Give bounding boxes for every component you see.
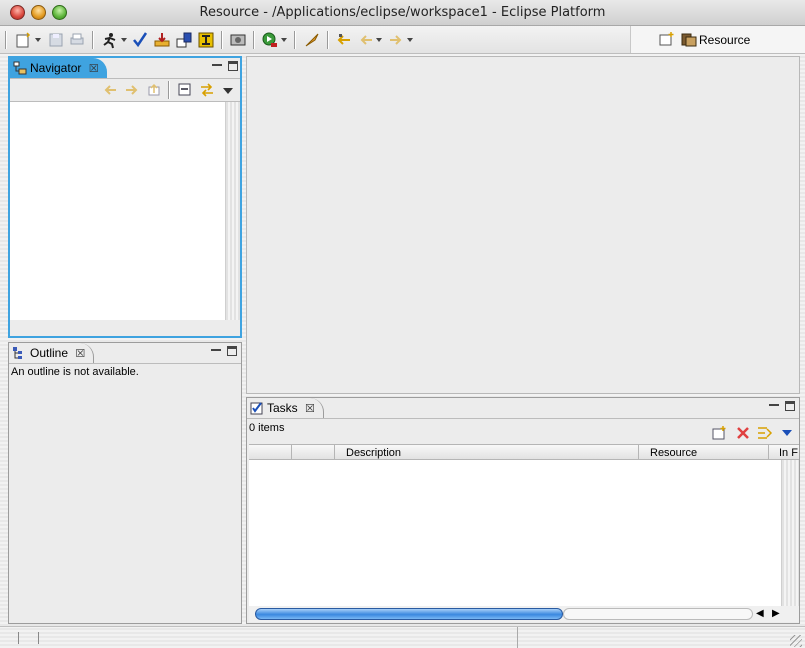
navigator-toolbar	[10, 78, 240, 102]
open-type-icon[interactable]	[196, 30, 216, 50]
status-separator	[517, 627, 518, 648]
column-header-priority[interactable]	[292, 445, 335, 461]
up-icon[interactable]	[146, 83, 162, 100]
build-icon[interactable]	[228, 30, 248, 50]
outline-icon	[12, 346, 26, 360]
scroll-right-icon[interactable]: ▶	[772, 608, 780, 619]
outline-message: An outline is not available.	[11, 366, 139, 378]
print-icon[interactable]	[67, 30, 87, 50]
status-bar	[0, 626, 805, 648]
maximize-view-button[interactable]	[227, 346, 237, 356]
external-tools-icon[interactable]	[302, 30, 322, 50]
tasks-view: Tasks ☒ 0 items Description Resource In …	[246, 397, 800, 624]
column-header-resource[interactable]: Resource	[639, 445, 769, 461]
save-icon[interactable]	[46, 30, 66, 50]
maximize-view-button[interactable]	[228, 61, 238, 71]
navigator-view: Navigator ☒	[8, 56, 242, 338]
toolbar-separator	[253, 31, 255, 49]
navigator-icon	[13, 61, 27, 75]
tab-label: Tasks	[267, 401, 298, 415]
chevron-down-icon[interactable]	[121, 38, 127, 42]
view-menu-icon[interactable]	[782, 430, 792, 436]
chevron-down-icon[interactable]	[407, 38, 413, 42]
delete-icon[interactable]	[735, 425, 751, 444]
navigator-tree[interactable]	[10, 102, 225, 320]
close-icon[interactable]: ☒	[305, 402, 315, 415]
column-header-completed[interactable]	[249, 445, 292, 461]
toolbar-separator	[294, 31, 296, 49]
collapse-all-icon[interactable]	[177, 83, 193, 100]
new-task-icon[interactable]	[711, 425, 727, 444]
minimize-view-button[interactable]	[769, 401, 779, 406]
chevron-down-icon[interactable]	[35, 38, 41, 42]
outline-view: Outline ☒ An outline is not available.	[8, 342, 242, 624]
tasks-table-body[interactable]	[249, 460, 781, 606]
minimize-view-button[interactable]	[211, 346, 221, 351]
open-perspective-icon[interactable]	[659, 31, 675, 47]
resource-perspective-icon[interactable]	[681, 31, 697, 47]
close-icon[interactable]: ☒	[75, 347, 85, 360]
column-header-in-folder[interactable]: In F	[769, 445, 799, 461]
toolbar-separator	[5, 31, 7, 49]
import-icon[interactable]	[174, 30, 194, 50]
last-edit-location-icon[interactable]	[334, 30, 354, 50]
perspective-bar: Resource	[630, 26, 805, 53]
outline-content: An outline is not available.	[9, 363, 241, 623]
tab-label: Navigator	[30, 61, 82, 75]
forward-icon[interactable]	[386, 30, 406, 50]
new-wizard-icon[interactable]	[14, 30, 34, 50]
tasks-tabbar: Tasks ☒	[247, 398, 799, 418]
link-editor-icon[interactable]	[199, 83, 215, 100]
run-icon[interactable]	[260, 30, 280, 50]
filter-icon[interactable]	[757, 425, 773, 444]
view-menu-icon[interactable]	[223, 88, 233, 94]
editor-area[interactable]	[246, 56, 800, 394]
title-bar: Resource - /Applications/eclipse/workspa…	[0, 0, 805, 26]
scrollbar-thumb[interactable]	[255, 608, 563, 620]
check-icon[interactable]	[130, 30, 150, 50]
navigator-vertical-scrollbar[interactable]	[225, 102, 240, 320]
scroll-left-icon[interactable]: ◀	[756, 608, 764, 619]
tasks-icon	[250, 401, 264, 415]
toolbar-separator	[92, 31, 94, 49]
close-icon[interactable]: ☒	[89, 62, 99, 75]
navigator-footer	[10, 320, 240, 336]
toolbar-separator	[327, 31, 329, 49]
scrollbar-track[interactable]	[563, 608, 753, 620]
maximize-view-button[interactable]	[785, 401, 795, 411]
main-toolbar: Resource	[0, 26, 805, 54]
tab-navigator[interactable]: Navigator ☒	[10, 58, 107, 78]
window-title: Resource - /Applications/eclipse/workspa…	[199, 5, 606, 20]
tasks-table-header: Description Resource In F	[249, 444, 799, 461]
toolbar-separator	[168, 81, 170, 99]
minimize-view-button[interactable]	[212, 61, 222, 66]
export-icon[interactable]	[152, 30, 172, 50]
forward-icon[interactable]	[124, 83, 140, 100]
tasks-count: 0 items	[249, 422, 285, 434]
chevron-down-icon[interactable]	[376, 38, 382, 42]
navigator-tabbar: Navigator ☒	[10, 58, 240, 78]
run-last-tool-icon[interactable]	[100, 30, 120, 50]
resize-grip[interactable]	[790, 635, 802, 647]
back-icon[interactable]	[356, 30, 376, 50]
tasks-header: 0 items	[247, 418, 799, 444]
tab-tasks[interactable]: Tasks ☒	[247, 398, 324, 418]
outline-tabbar: Outline ☒	[9, 343, 241, 363]
status-separator	[38, 632, 39, 644]
column-header-description[interactable]: Description	[335, 445, 639, 461]
tab-outline[interactable]: Outline ☒	[9, 343, 95, 363]
perspective-label[interactable]: Resource	[699, 33, 750, 47]
status-separator	[18, 632, 19, 644]
tab-label: Outline	[30, 346, 69, 360]
tasks-horizontal-scrollbar[interactable]: ◀ ▶	[249, 606, 799, 622]
toolbar-separator	[221, 31, 223, 49]
back-icon[interactable]	[102, 83, 118, 100]
chevron-down-icon[interactable]	[281, 38, 287, 42]
tasks-vertical-scrollbar[interactable]	[781, 460, 799, 606]
